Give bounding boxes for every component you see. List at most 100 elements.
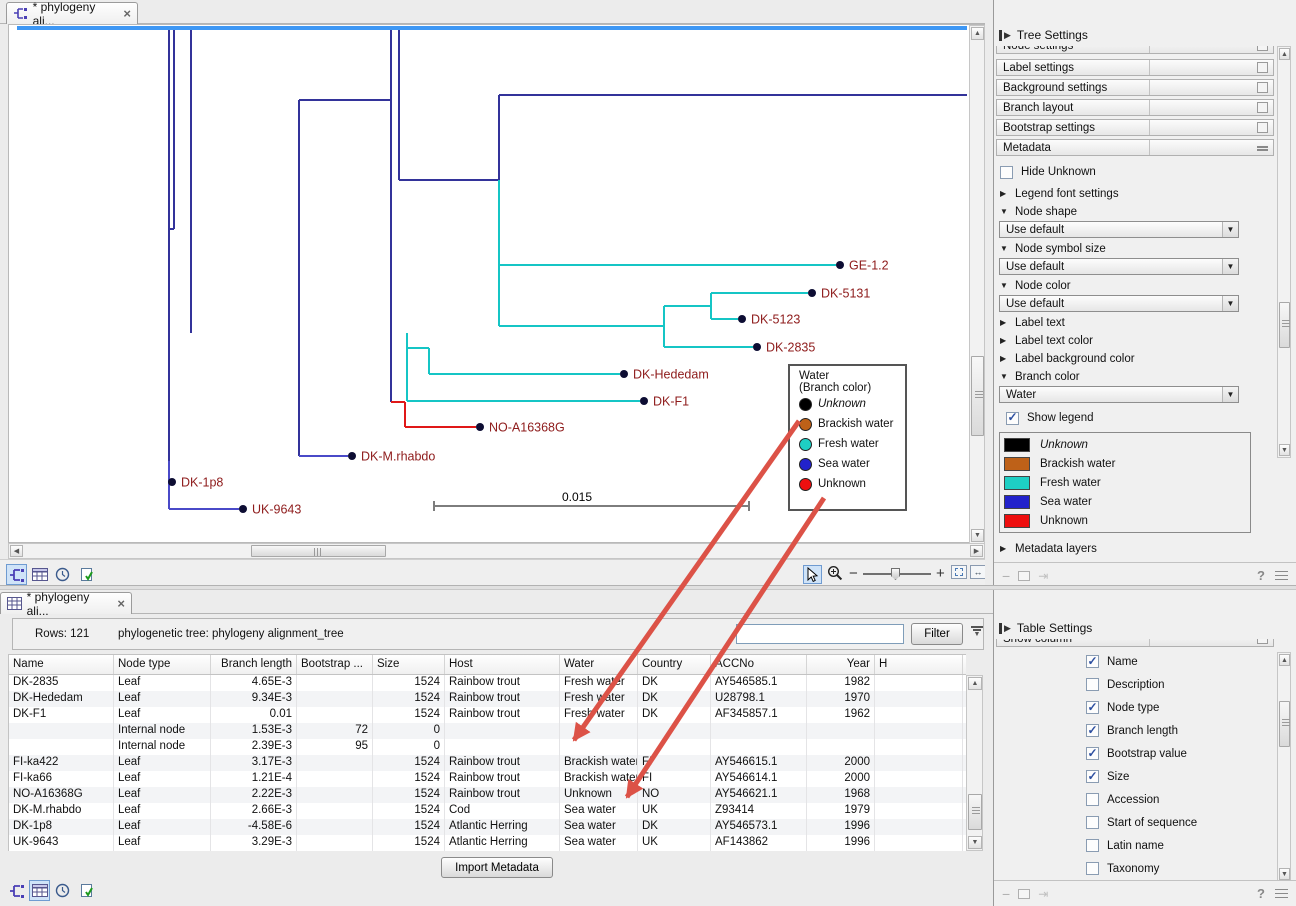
node-color-group[interactable]: ▼ Node color — [1000, 278, 1296, 293]
column-header[interactable]: H — [875, 655, 963, 674]
settings-section-bar[interactable]: Label settings — [996, 59, 1274, 76]
leaf-node-dot[interactable] — [753, 343, 761, 351]
leaf-label[interactable]: DK-5131 — [821, 287, 870, 301]
tree-canvas[interactable]: GE-1.2DK-5131DK-5123DK-2835DK-HededamDK-… — [8, 24, 985, 543]
scroll-thumb[interactable] — [1279, 701, 1290, 747]
history-view-button[interactable] — [52, 880, 73, 901]
cursor-tool[interactable] — [803, 565, 822, 584]
column-visibility-checkbox[interactable]: ✓ Start of sequence — [1086, 811, 1274, 834]
metadata-layers-group[interactable]: ▶ Metadata layers — [1000, 541, 1296, 556]
table-row[interactable]: DK-M.rhabdoLeaf2.66E-31524CodSea waterUK… — [9, 803, 966, 819]
element-info-button[interactable] — [76, 880, 97, 901]
sidepanel-menu-icon[interactable] — [1275, 571, 1288, 581]
tab-phylogeny-table[interactable]: * phylogeny ali... × — [0, 592, 132, 614]
table-row[interactable]: DK-F1Leaf0.011524Rainbow troutFresh wate… — [9, 707, 966, 723]
scroll-thumb[interactable] — [968, 794, 982, 830]
column-visibility-checkbox[interactable]: ✓ Taxonomy — [1086, 857, 1274, 880]
column-visibility-checkbox[interactable]: ✓ Accession — [1086, 788, 1274, 811]
help-icon[interactable]: ? — [1257, 568, 1265, 583]
tab-close-icon[interactable]: × — [123, 9, 131, 19]
scroll-thumb[interactable] — [251, 545, 386, 557]
table-row[interactable]: UK-9643Leaf3.29E-31524Atlantic HerringSe… — [9, 835, 966, 851]
leaf-node-dot[interactable] — [808, 289, 816, 297]
leaf-label[interactable]: DK-2835 — [766, 341, 815, 355]
table-view-button[interactable] — [29, 564, 50, 585]
leaf-label[interactable]: DK-M.rhabdo — [361, 450, 435, 464]
column-header[interactable]: Name — [9, 655, 114, 674]
leaf-label[interactable]: NO-A16368G — [489, 421, 565, 435]
leaf-node-dot[interactable] — [476, 423, 484, 431]
leaf-node-dot[interactable] — [168, 478, 176, 486]
leaf-node-dot[interactable] — [620, 370, 628, 378]
column-visibility-checkbox[interactable]: ✓ Node type — [1086, 696, 1274, 719]
scroll-right-icon[interactable]: ▶ — [970, 545, 983, 557]
collapse-all-icon[interactable]: − — [1002, 886, 1010, 902]
palette-icon[interactable] — [1257, 102, 1268, 113]
fit-width-button[interactable]: ↔ — [967, 565, 986, 579]
apply-settings-icon[interactable]: ⇥ — [1038, 569, 1048, 583]
scroll-up-icon[interactable]: ▲ — [1279, 48, 1290, 60]
apply-settings-icon[interactable]: ⇥ — [1038, 887, 1048, 901]
history-view-button[interactable] — [52, 564, 73, 585]
column-header[interactable]: Bootstrap ... — [297, 655, 373, 674]
zoom-in-button[interactable]: + — [936, 565, 945, 582]
column-visibility-checkbox[interactable]: ✓ Size — [1086, 765, 1274, 788]
tree-vertical-scrollbar[interactable]: ▲ ▼ — [969, 25, 985, 544]
settings-section-bar[interactable]: Background settings — [996, 79, 1274, 96]
leaf-node-dot[interactable] — [640, 397, 648, 405]
table-row[interactable]: DK-HededamLeaf9.34E-31524Rainbow troutFr… — [9, 691, 966, 707]
branch-color-select[interactable]: Water▼ — [999, 386, 1239, 403]
column-header[interactable]: Size — [373, 655, 445, 674]
zoom-out-button[interactable]: − — [849, 565, 858, 582]
sidepanel-menu-icon[interactable] — [1275, 889, 1288, 899]
column-header[interactable]: Host — [445, 655, 560, 674]
scroll-left-icon[interactable]: ◀ — [10, 545, 23, 557]
table-row[interactable]: DK-1p8Leaf-4.58E-61524Atlantic HerringSe… — [9, 819, 966, 835]
column-header[interactable]: Country — [638, 655, 711, 674]
section-metadata[interactable]: Metadata — [996, 139, 1274, 156]
help-icon[interactable]: ? — [1257, 886, 1265, 901]
palette-icon[interactable] — [1257, 82, 1268, 93]
table-row[interactable]: Internal node1.53E-3720 — [9, 723, 966, 739]
table-settings-header[interactable]: ▶ Table Settings — [994, 617, 1296, 639]
element-info-button[interactable] — [76, 564, 97, 585]
label-text-group[interactable]: ▶ Label text — [1000, 315, 1296, 330]
leaf-node-dot[interactable] — [239, 505, 247, 513]
leaf-node-dot[interactable] — [836, 261, 844, 269]
table-scrollbar[interactable]: ▲ ▼ — [966, 675, 983, 851]
leaf-node-dot[interactable] — [738, 315, 746, 323]
leaf-label[interactable]: DK-Hededam — [633, 368, 709, 382]
tree-view-button[interactable] — [6, 880, 27, 901]
table-row[interactable]: NO-A16368GLeaf2.22E-31524Rainbow troutUn… — [9, 787, 966, 803]
column-visibility-checkbox[interactable]: ✓ Name — [1086, 650, 1274, 673]
palette-icon[interactable] — [1257, 46, 1268, 51]
advanced-filter-icon[interactable]: ▼ — [969, 626, 985, 640]
column-header[interactable]: Node type — [114, 655, 211, 674]
palette-icon[interactable] — [1257, 122, 1268, 133]
sidepanel-toggle-icon[interactable]: ▶ — [999, 30, 1011, 41]
scroll-up-icon[interactable]: ▲ — [1279, 654, 1290, 666]
section-show-column-clipped[interactable]: Show column — [996, 639, 1274, 649]
zoom-slider-thumb[interactable] — [891, 568, 900, 580]
column-visibility-checkbox[interactable]: ✓ Description — [1086, 673, 1274, 696]
leaf-node-dot[interactable] — [348, 452, 356, 460]
node-shape-select[interactable]: Use default▼ — [999, 221, 1239, 238]
tab-phylogeny-tree[interactable]: * phylogeny ali... × — [6, 2, 138, 24]
leaf-label[interactable]: DK-1p8 — [181, 476, 223, 490]
branch-color-group[interactable]: ▼ Branch color — [1000, 369, 1296, 384]
column-visibility-checkbox[interactable]: ✓ Bootstrap value — [1086, 742, 1274, 765]
scroll-up-icon[interactable]: ▲ — [968, 677, 982, 690]
column-header[interactable]: Branch length — [211, 655, 297, 674]
label-background-color-group[interactable]: ▶ Label background color — [1000, 351, 1296, 366]
settings-scrollbar[interactable]: ▲ ▼ — [1277, 652, 1291, 882]
settings-section-bar[interactable]: Bootstrap settings — [996, 119, 1274, 136]
column-visibility-checkbox[interactable]: ✓ Latin name — [1086, 834, 1274, 857]
table-view-button[interactable] — [29, 880, 50, 901]
leaf-label[interactable]: DK-5123 — [751, 313, 800, 327]
settings-scrollbar[interactable]: ▲ ▼ — [1277, 46, 1291, 458]
legend-font-settings-group[interactable]: ▶ Legend font settings — [1000, 186, 1296, 201]
save-settings-icon[interactable] — [1018, 889, 1030, 899]
table-row[interactable]: FI-ka422Leaf3.17E-31524Rainbow troutBrac… — [9, 755, 966, 771]
zoom-slider[interactable] — [863, 573, 931, 575]
table-row[interactable]: Internal node2.39E-3950 — [9, 739, 966, 755]
